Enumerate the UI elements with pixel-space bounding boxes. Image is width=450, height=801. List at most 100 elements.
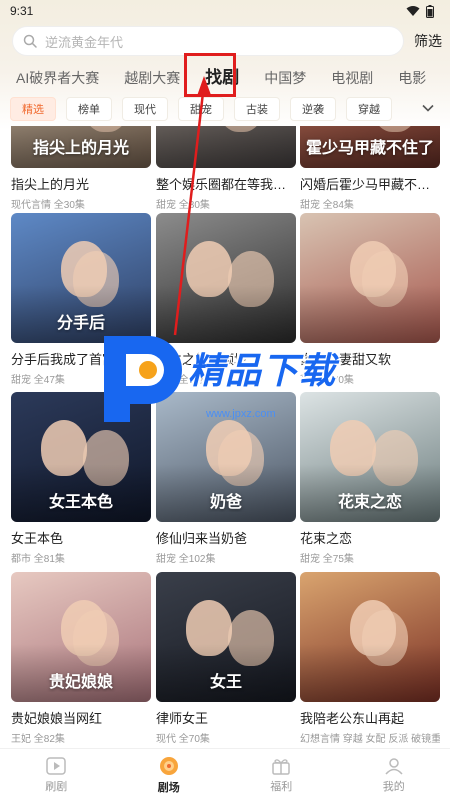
sub-tabs: 精选 榜单 现代 甜宠 古装 逆袭 穿越 xyxy=(0,97,450,121)
drama-meta: 甜宠 全75集 xyxy=(300,554,354,565)
nav-binge[interactable]: 刷剧 xyxy=(0,749,113,801)
drama-meta: 甜宠 全81集 xyxy=(156,375,210,386)
drama-title[interactable]: 双生之绝爱倾城 xyxy=(156,349,296,368)
category-tabs: AI破界者大赛 越剧大赛 找剧 中国梦 电视剧 电影 少儿 xyxy=(0,62,450,94)
poster-title-art: 贵妃娘娘 xyxy=(48,672,113,691)
status-time: 9:31 xyxy=(10,4,34,18)
search-row: 逆流黄金年代 筛选 xyxy=(12,26,442,56)
theater-icon xyxy=(159,756,178,775)
drama-meta: 甜宠 全47集 xyxy=(11,375,65,386)
drama-card[interactable]: 分手后分手后我成了首富掌中宝甜宠 全47集 xyxy=(11,213,151,386)
drama-poster[interactable] xyxy=(300,572,440,702)
drama-meta: 甜宠 全84集 xyxy=(300,200,354,211)
filter-button[interactable]: 筛选 xyxy=(414,31,442,51)
drama-meta: 甜宠 全80集 xyxy=(156,200,210,211)
tab-find-drama[interactable]: 找剧 xyxy=(189,62,248,94)
subtab-sweet[interactable]: 甜宠 xyxy=(178,97,224,121)
drama-poster[interactable]: 花束之恋 xyxy=(300,392,440,522)
drama-card[interactable]: 花束之恋 花束之恋 甜宠 全75集 xyxy=(300,392,440,565)
play-icon xyxy=(46,756,66,775)
drama-poster[interactable]: 分手后 xyxy=(11,213,151,343)
drama-poster[interactable] xyxy=(156,213,296,343)
search-placeholder: 逆流黄金年代 xyxy=(45,34,124,50)
drama-card[interactable]: 整个娱乐圈都在等我们离婚甜宠 全80集 xyxy=(156,126,296,211)
drama-poster[interactable]: 贵妃娘娘 xyxy=(11,572,151,702)
drama-card[interactable]: 女王律师女王现代 全70集 xyxy=(156,572,296,745)
poster-title-art: 女王 xyxy=(209,672,242,691)
drama-meta: 现代 全70集 xyxy=(156,734,210,745)
poster-shade xyxy=(156,284,296,343)
drama-card[interactable]: 贵妃娘娘贵妃娘娘当网红王妃 全82集 xyxy=(11,572,151,745)
drama-title[interactable]: 修仙归来当奶爸 xyxy=(156,528,296,547)
drama-card[interactable]: 我陪老公东山再起幻想言情 穿越 女配 反派 破镜重... xyxy=(300,572,440,745)
poster-title-art: 女王本色 xyxy=(48,492,113,511)
nav-mine[interactable]: 我的 xyxy=(338,749,450,801)
drama-title[interactable]: 豪门傻妻甜又软 xyxy=(300,349,440,368)
search-icon xyxy=(23,34,37,48)
tab-china-dream[interactable]: 中国梦 xyxy=(248,62,315,94)
poster-shade xyxy=(156,126,296,168)
nav-welfare[interactable]: 福利 xyxy=(225,749,338,801)
subtab-costume[interactable]: 古装 xyxy=(234,97,280,121)
drama-title[interactable]: 整个娱乐圈都在等我们离婚 xyxy=(156,174,296,193)
nav-theater[interactable]: 剧场 xyxy=(113,749,226,801)
nav-welfare-label: 福利 xyxy=(270,780,293,793)
drama-poster[interactable] xyxy=(300,213,440,343)
drama-card[interactable]: 双生之绝爱倾城甜宠 全81集 xyxy=(156,213,296,386)
drama-title[interactable]: 贵妃娘娘当网红 xyxy=(11,708,151,727)
subtab-comeback[interactable]: 逆袭 xyxy=(290,97,336,121)
wifi-icon xyxy=(406,6,420,16)
tab-ai-contest[interactable]: AI破界者大赛 xyxy=(0,62,108,94)
drama-poster[interactable] xyxy=(156,126,296,168)
tab-tv-series[interactable]: 电视剧 xyxy=(315,62,382,94)
nav-binge-label: 刷剧 xyxy=(45,780,68,793)
drama-meta: 现代言情 全30集 xyxy=(11,200,85,211)
drama-meta: 王妃 全82集 xyxy=(11,734,65,745)
drama-card[interactable]: 女王本色 女王本色 都市 全81集 xyxy=(11,392,151,565)
drama-poster[interactable]: 女王本色 xyxy=(11,392,151,522)
drama-poster[interactable]: 女王 xyxy=(156,572,296,702)
bottom-nav: 刷剧 剧场 福利 我的 xyxy=(0,748,450,801)
drama-poster[interactable]: 指尖上的月光 xyxy=(11,126,151,168)
nav-theater-label: 剧场 xyxy=(157,781,180,794)
drama-grid: 指尖上的月光指尖上的月光现代言情 全30集整个娱乐圈都在等我们离婚甜宠 全80集… xyxy=(0,126,450,748)
drama-card[interactable]: 霍少马甲藏不住了 闪婚后霍少马甲藏不住了甜宠 全84集 xyxy=(300,126,440,211)
drama-card[interactable]: 奶爸修仙归来当奶爸甜宠 全102集 xyxy=(156,392,296,565)
tab-kids[interactable]: 少儿 xyxy=(435,62,450,94)
poster-shade xyxy=(300,643,440,702)
poster-title-art: 奶爸 xyxy=(209,492,242,511)
battery-icon xyxy=(426,4,434,18)
subtab-time-travel[interactable]: 穿越 xyxy=(346,97,392,121)
poster-title-art: 霍少马甲藏不住了 xyxy=(305,138,434,157)
drama-title[interactable]: 我陪老公东山再起 xyxy=(300,708,440,727)
poster-title-art: 分手后 xyxy=(56,313,105,332)
drama-title[interactable]: 闪婚后霍少马甲藏不住了 xyxy=(300,174,440,193)
drama-card[interactable]: 指尖上的月光 指尖上的月光 现代言情 全30集 xyxy=(11,126,151,211)
poster-shade xyxy=(300,284,440,343)
drama-title[interactable]: 律师女王 xyxy=(156,708,296,727)
drama-poster[interactable]: 霍少马甲藏不住了 xyxy=(300,126,440,168)
drama-title[interactable]: 女王本色 xyxy=(11,528,151,547)
drama-title[interactable]: 分手后我成了首富掌中宝 xyxy=(11,349,151,368)
status-icons xyxy=(406,4,434,18)
nav-mine-label: 我的 xyxy=(382,780,405,793)
poster-title-art: 花束之恋 xyxy=(337,492,402,511)
chevron-down-icon[interactable] xyxy=(420,100,436,116)
poster-title-art: 指尖上的月光 xyxy=(32,138,129,157)
user-icon xyxy=(385,757,403,775)
drama-meta: 幻想言情 穿越 女配 反派 破镜重... xyxy=(300,734,440,745)
drama-card[interactable]: 豪门傻妻甜又软甜宠 全70集 xyxy=(300,213,440,386)
status-bar: 9:31 xyxy=(0,0,450,22)
subtab-ranking[interactable]: 榜单 xyxy=(66,97,112,121)
subtab-modern[interactable]: 现代 xyxy=(122,97,168,121)
drama-title[interactable]: 花束之恋 xyxy=(300,528,440,547)
drama-title[interactable]: 指尖上的月光 xyxy=(11,174,151,193)
drama-meta: 甜宠 全70集 xyxy=(300,375,354,386)
drama-poster[interactable]: 奶爸 xyxy=(156,392,296,522)
drama-meta: 甜宠 全102集 xyxy=(156,554,216,565)
tab-movie[interactable]: 电影 xyxy=(382,62,435,94)
gift-icon xyxy=(272,758,290,775)
tab-yue-opera[interactable]: 越剧大赛 xyxy=(108,62,189,94)
search-input[interactable]: 逆流黄金年代 xyxy=(12,26,404,56)
subtab-featured[interactable]: 精选 xyxy=(10,97,56,121)
